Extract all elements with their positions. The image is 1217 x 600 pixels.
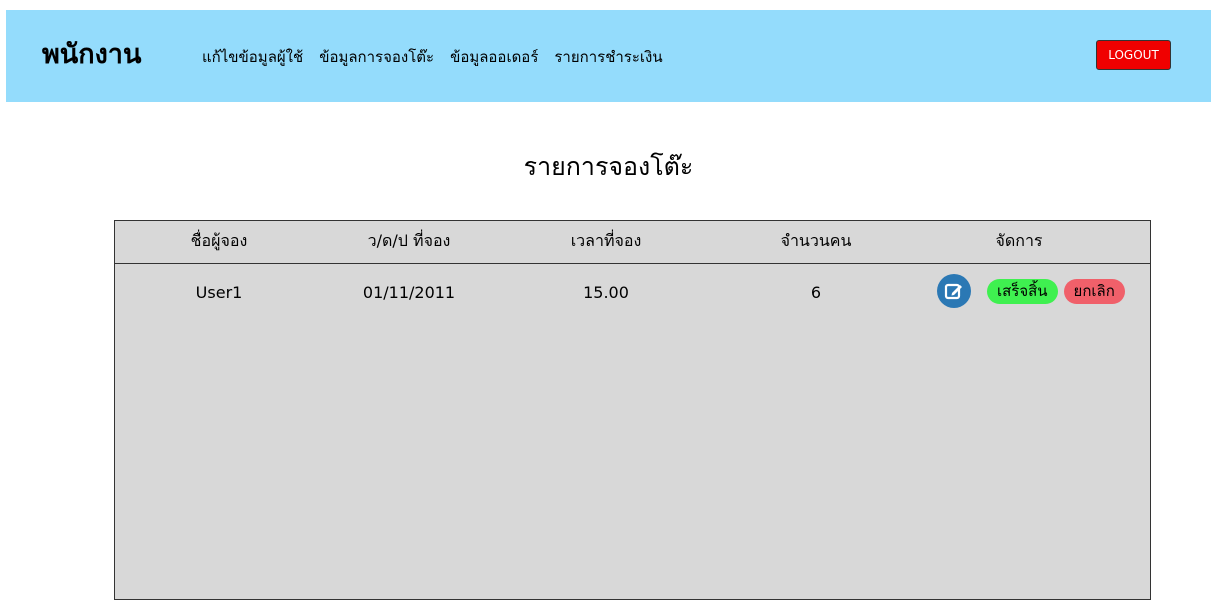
- row-actions: เสร็จสิ้น ยกเลิก: [937, 274, 1125, 308]
- booking-date-cell: 01/11/2011: [362, 283, 456, 302]
- booking-time-cell: 15.00: [583, 283, 629, 302]
- booking-table: ชื่อผู้จอง ว/ด/ป ที่จอง เวลาที่จอง จำนวน…: [114, 220, 1151, 600]
- cancel-button[interactable]: ยกเลิก: [1063, 278, 1125, 304]
- brand-title: พนักงาน: [42, 39, 142, 70]
- table-header-row: ชื่อผู้จอง ว/ด/ป ที่จอง เวลาที่จอง จำนวน…: [115, 221, 1150, 264]
- column-header-date: ว/ด/ป ที่จอง: [367, 231, 451, 250]
- column-header-time: เวลาที่จอง: [570, 231, 642, 250]
- table-row: User1 01/11/2011 15.00 6 เสร็จสิ้น ยกเลิ…: [115, 264, 1150, 308]
- nav-links: แก้ไขข้อมูลผู้ใช้ ข้อมูลการจองโต๊ะ ข้อมู…: [202, 46, 663, 68]
- nav-link-edit-user[interactable]: แก้ไขข้อมูลผู้ใช้: [202, 46, 303, 68]
- booking-name-cell: User1: [195, 283, 243, 302]
- top-navbar: พนักงาน แก้ไขข้อมูลผู้ใช้ ข้อมูลการจองโต…: [6, 10, 1211, 102]
- booking-people-cell: 6: [810, 283, 822, 302]
- edit-icon: [944, 283, 962, 300]
- nav-link-orders[interactable]: ข้อมูลออเดอร์: [450, 46, 538, 68]
- logout-button[interactable]: LOGOUT: [1096, 40, 1171, 70]
- done-button[interactable]: เสร็จสิ้น: [987, 278, 1058, 304]
- page-title: รายการจองโต๊ะ: [523, 152, 694, 181]
- column-header-name: ชื่อผู้จอง: [190, 231, 248, 250]
- nav-link-table-booking[interactable]: ข้อมูลการจองโต๊ะ: [319, 46, 434, 68]
- column-header-actions: จัดการ: [995, 231, 1043, 250]
- edit-button[interactable]: [937, 274, 971, 308]
- column-header-people: จำนวนคน: [780, 231, 852, 250]
- nav-link-payments[interactable]: รายการชำระเงิน: [554, 46, 662, 68]
